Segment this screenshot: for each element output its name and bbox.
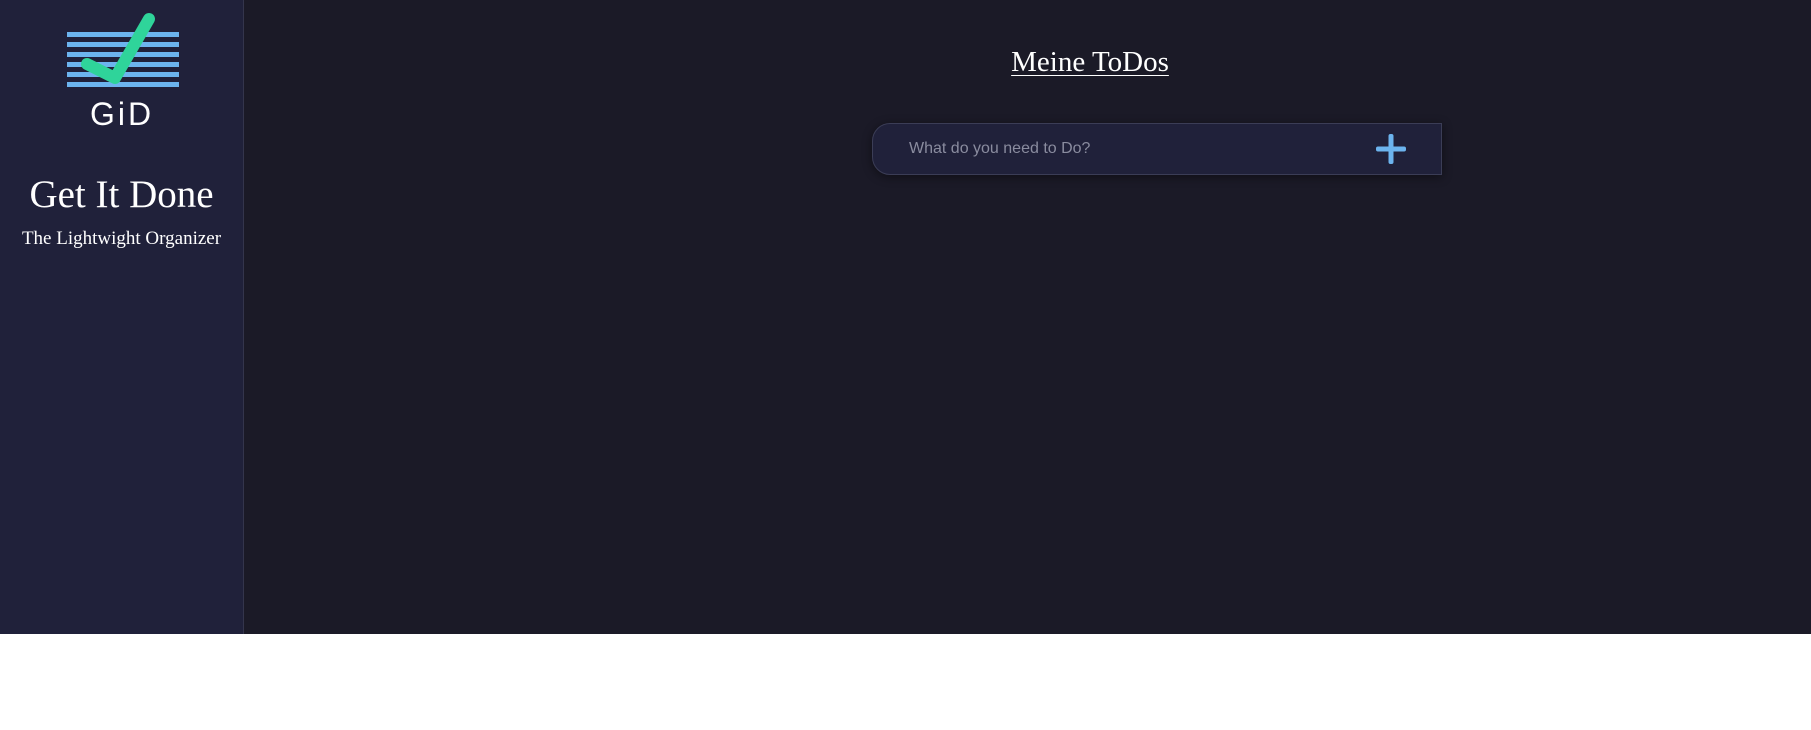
page-title: Meine ToDos bbox=[1011, 46, 1169, 78]
todo-form bbox=[872, 123, 1442, 175]
sidebar: GiD Get It Done The Lightwight Organizer bbox=[0, 0, 244, 634]
logo: GiD bbox=[63, 12, 181, 132]
add-todo-button[interactable] bbox=[1371, 129, 1411, 169]
app-title: Get It Done bbox=[29, 173, 214, 216]
checkmark-lines-icon: GiD bbox=[66, 13, 179, 132]
app-subtitle: The Lightwight Organizer bbox=[21, 228, 222, 249]
logo-text: GiD bbox=[89, 96, 153, 132]
plus-icon bbox=[1376, 134, 1406, 164]
main-content: Meine ToDos bbox=[244, 0, 1811, 634]
app-window: GiD Get It Done The Lightwight Organizer… bbox=[0, 0, 1811, 634]
todo-input[interactable] bbox=[873, 123, 1371, 175]
